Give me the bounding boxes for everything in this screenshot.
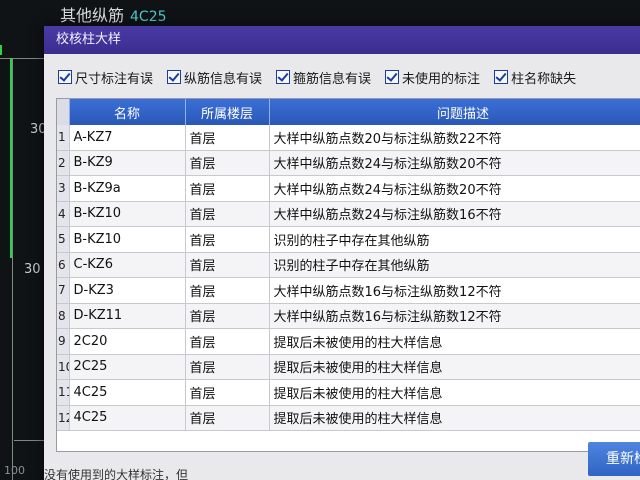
table-row[interactable]: 6 C-KZ6 首层 识别的柱子中存在其他纵筋 xyxy=(57,252,640,278)
cell-description: 大样中纵筋点数20与标注纵筋数22不符 xyxy=(269,125,640,151)
table-row[interactable]: 10 2C25 首层 提取后未被使用的柱大样信息 xyxy=(57,354,640,380)
cell-floor: 首层 xyxy=(185,303,270,329)
cell-description: 提取后未被使用的柱大样信息 xyxy=(269,328,640,355)
cell-name: B-KZ10 xyxy=(69,201,186,227)
table-row[interactable]: 4 B-KZ10 首层 大样中纵筋点数24与标注纵筋数16不符 xyxy=(57,201,640,227)
table-row[interactable]: 7 D-KZ3 首层 大样中纵筋点数16与标注纵筋数12不符 xyxy=(57,277,640,304)
column-header-floor[interactable]: 所属楼层 xyxy=(185,99,270,125)
row-index: 4 xyxy=(57,201,70,227)
cad-line xyxy=(12,58,13,480)
table-row[interactable]: 2 B-KZ9 首层 大样中纵筋点数24与标注纵筋数20不符 xyxy=(57,150,640,176)
table-row[interactable]: 8 D-KZ11 首层 大样中纵筋点数16与标注纵筋数12不符 xyxy=(57,303,640,329)
table-row[interactable]: 11 4C25 首层 提取后未被使用的柱大样信息 xyxy=(57,379,640,406)
checkbox-icon[interactable] xyxy=(58,70,72,84)
checkbox-icon[interactable] xyxy=(167,70,182,84)
cad-line xyxy=(0,58,44,59)
cell-floor: 首层 xyxy=(185,252,270,278)
cell-description: 大样中纵筋点数24与标注纵筋数20不符 xyxy=(269,175,640,202)
cell-floor: 首层 xyxy=(185,328,270,355)
filter-stirrup-error[interactable]: 箍筋信息有误 xyxy=(276,64,371,90)
filter-missing-column-name[interactable]: 柱名称缺失 xyxy=(494,64,576,90)
row-index: 3 xyxy=(57,175,70,202)
cad-dim-label-3: 100 xyxy=(4,464,25,477)
filter-longitudinal-rebar-error[interactable]: 纵筋信息有误 xyxy=(167,64,262,90)
row-index: 1 xyxy=(57,125,70,151)
filter-dimension-error[interactable]: 尺寸标注有误 xyxy=(58,64,153,90)
cell-name: B-KZ10 xyxy=(69,226,186,253)
row-index: 12 xyxy=(57,405,70,431)
cell-name: B-KZ9 xyxy=(69,150,186,176)
filter-label: 纵筋信息有误 xyxy=(184,71,263,87)
cell-name: B-KZ9a xyxy=(69,175,186,202)
row-index: 6 xyxy=(57,252,70,278)
column-header-description[interactable]: 问题描述 xyxy=(269,99,640,125)
cell-name: 2C25 xyxy=(69,354,186,380)
cell-name: 2C20 xyxy=(69,328,186,355)
cell-name: 4C25 xyxy=(69,379,186,406)
cell-description: 识别的柱子中存在其他纵筋 xyxy=(269,226,640,253)
cell-floor: 首层 xyxy=(185,354,270,380)
cell-floor: 首层 xyxy=(185,379,270,406)
cad-line xyxy=(14,440,44,441)
filter-bar: 尺寸标注有误 纵筋信息有误 箍筋信息有误 未使用的标注 柱名称缺失 xyxy=(58,64,576,90)
filter-label: 柱名称缺失 xyxy=(511,71,577,87)
cad-title-text: 其他纵筋 xyxy=(60,6,125,25)
filter-unused-annotation[interactable]: 未使用的标注 xyxy=(385,64,480,90)
table-row[interactable]: 5 B-KZ10 首层 识别的柱子中存在其他纵筋 xyxy=(57,226,640,253)
cell-name: 4C25 xyxy=(69,405,186,431)
recheck-button[interactable]: 重新检查 xyxy=(588,442,640,476)
cad-dimension-tick xyxy=(0,45,2,55)
issue-table: 名称 所属楼层 问题描述 1 A-KZ7 首层 大样中纵筋点数20与标注纵筋数2… xyxy=(56,98,640,452)
status-text: 没有使用到的大样标注，但 xyxy=(44,468,189,480)
cell-description: 识别的柱子中存在其他纵筋 xyxy=(269,252,640,278)
screen: 其他纵筋 4C25 30 30 100 校核柱大样 尺寸标注有误 纵筋信息有误 箍… xyxy=(0,0,640,480)
cad-title-code: 4C25 xyxy=(130,9,167,25)
cell-description: 提取后未被使用的柱大样信息 xyxy=(269,379,640,406)
row-index: 10 xyxy=(57,354,70,380)
cell-floor: 首层 xyxy=(185,175,270,202)
filter-label: 箍筋信息有误 xyxy=(293,71,372,87)
cell-floor: 首层 xyxy=(185,277,270,304)
cell-description: 大样中纵筋点数16与标注纵筋数12不符 xyxy=(269,303,640,329)
cell-description: 提取后未被使用的柱大样信息 xyxy=(269,405,640,431)
table-row[interactable]: 12 4C25 首层 提取后未被使用的柱大样信息 xyxy=(57,405,640,431)
column-header-name[interactable]: 名称 xyxy=(69,99,186,125)
cell-floor: 首层 xyxy=(185,201,270,227)
cell-name: A-KZ7 xyxy=(69,125,186,151)
cell-name: C-KZ6 xyxy=(69,252,186,278)
cell-floor: 首层 xyxy=(185,226,270,253)
cell-floor: 首层 xyxy=(185,150,270,176)
filter-label: 未使用的标注 xyxy=(402,71,481,87)
row-index: 2 xyxy=(57,150,70,176)
cell-name: D-KZ3 xyxy=(69,277,186,304)
row-index: 7 xyxy=(57,277,70,304)
cad-title: 其他纵筋 4C25 xyxy=(60,2,167,26)
row-index: 8 xyxy=(57,303,70,329)
cad-dim-label-2: 30 xyxy=(24,262,41,277)
cell-description: 大样中纵筋点数24与标注纵筋数20不符 xyxy=(269,150,640,176)
cad-dimension-line xyxy=(10,58,12,258)
table-header-row: 名称 所属楼层 问题描述 xyxy=(57,99,640,125)
cell-description: 提取后未被使用的柱大样信息 xyxy=(269,354,640,380)
checkbox-icon[interactable] xyxy=(385,70,400,84)
cell-floor: 首层 xyxy=(185,405,270,431)
cell-description: 大样中纵筋点数24与标注纵筋数16不符 xyxy=(269,201,640,227)
dialog-title[interactable]: 校核柱大样 xyxy=(44,26,640,54)
cell-name: D-KZ11 xyxy=(69,303,186,329)
checkbox-icon[interactable] xyxy=(276,70,291,84)
column-header-index xyxy=(57,99,70,125)
row-index: 5 xyxy=(57,226,70,253)
cell-description: 大样中纵筋点数16与标注纵筋数12不符 xyxy=(269,277,640,304)
table-row[interactable]: 3 B-KZ9a 首层 大样中纵筋点数24与标注纵筋数20不符 xyxy=(57,175,640,202)
table-row[interactable]: 1 A-KZ7 首层 大样中纵筋点数20与标注纵筋数22不符 xyxy=(57,125,640,151)
filter-label: 尺寸标注有误 xyxy=(75,71,154,87)
checkbox-icon[interactable] xyxy=(494,70,509,84)
table-row[interactable]: 9 2C20 首层 提取后未被使用的柱大样信息 xyxy=(57,328,640,355)
row-index: 9 xyxy=(57,328,70,355)
cell-floor: 首层 xyxy=(185,125,270,151)
check-column-detail-dialog: 校核柱大样 尺寸标注有误 纵筋信息有误 箍筋信息有误 未使用的标注 柱名称缺失 xyxy=(44,26,640,480)
row-index: 11 xyxy=(57,379,70,406)
